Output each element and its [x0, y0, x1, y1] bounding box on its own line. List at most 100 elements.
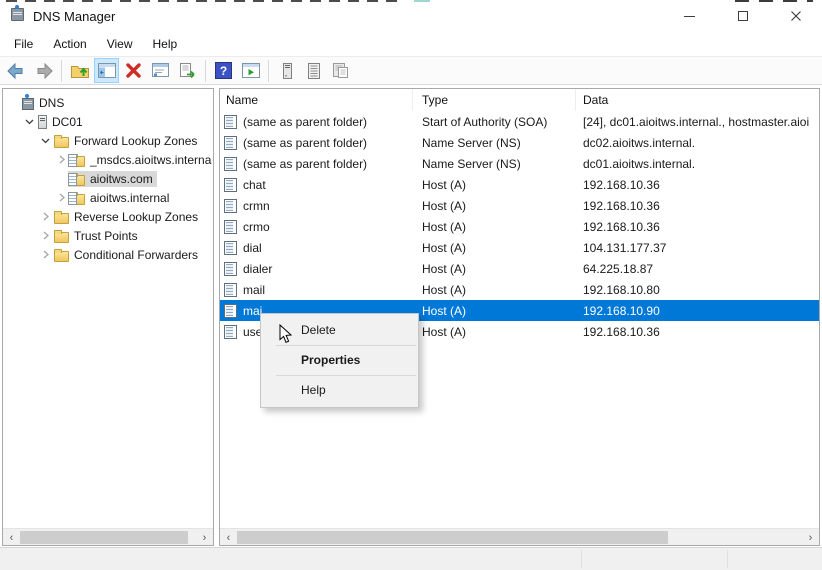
context-menu-item-help[interactable]: Help	[261, 376, 418, 405]
export-list-button[interactable]	[175, 58, 200, 83]
list-horizontal-scrollbar[interactable]: ‹ ›	[220, 528, 819, 545]
tree-node[interactable]: Trust Points	[52, 228, 142, 244]
record-name-cell: dial	[220, 237, 413, 258]
record-data: 192.168.10.36	[576, 216, 819, 237]
new-window-button[interactable]	[238, 58, 263, 83]
record-row[interactable]: (same as parent folder)Start of Authorit…	[220, 111, 819, 132]
minimize-button[interactable]	[663, 2, 716, 30]
tree-item-dc01[interactable]: DC01	[3, 112, 213, 131]
record-type: Host (A)	[413, 195, 576, 216]
record-name-cell: dialer	[220, 258, 413, 279]
scroll-right-arrow-icon[interactable]: ›	[196, 529, 213, 546]
record-type: Host (A)	[413, 216, 576, 237]
record-name-cell: crmn	[220, 195, 413, 216]
tree-node[interactable]: Reverse Lookup Zones	[52, 209, 202, 225]
tree-node[interactable]: DC01	[36, 114, 87, 130]
menu-help[interactable]: Help	[143, 34, 188, 54]
tree-item-dns[interactable]: DNS	[3, 93, 213, 112]
record-row[interactable]: dialHost (A)104.131.177.37	[220, 237, 819, 258]
dns-record-icon	[224, 157, 237, 171]
dns-record-icon	[224, 262, 237, 276]
tree-node[interactable]: Forward Lookup Zones	[52, 133, 201, 149]
tree-item-trust-points[interactable]: Trust Points	[3, 226, 213, 245]
menu-view[interactable]: View	[97, 34, 143, 54]
scroll-right-arrow-icon[interactable]: ›	[802, 529, 819, 546]
column-header-data[interactable]: Data	[576, 89, 819, 111]
tree-item-aioitws-internal[interactable]: aioitws.internal	[3, 188, 213, 207]
menu-action[interactable]: Action	[43, 34, 96, 54]
properties-icon	[152, 63, 169, 78]
tree-item-label: aioitws.com	[90, 172, 153, 186]
dns-record-icon	[224, 325, 237, 339]
zone-icon	[70, 194, 85, 205]
tree-item-reverse-lookup-zones[interactable]: Reverse Lookup Zones	[3, 207, 213, 226]
close-button[interactable]	[769, 2, 822, 30]
dns-manager-app-icon	[11, 8, 24, 21]
forward-button[interactable]	[31, 58, 56, 83]
record-row[interactable]: dialerHost (A)64.225.18.87	[220, 258, 819, 279]
tree-node[interactable]: DNS	[20, 95, 68, 111]
chevron-right-icon[interactable]	[55, 153, 68, 166]
show-console-tree-button[interactable]	[94, 58, 119, 83]
server-button[interactable]	[274, 58, 299, 83]
dns-record-icon	[224, 304, 237, 318]
tree-node[interactable]: aioitws.internal	[68, 190, 173, 206]
record-type: Start of Authority (SOA)	[413, 111, 576, 132]
context-menu-item-properties[interactable]: Properties	[261, 346, 418, 375]
record-row[interactable]: mailHost (A)192.168.10.80	[220, 279, 819, 300]
delete-button[interactable]	[121, 58, 146, 83]
tree-item-conditional-forwarders[interactable]: Conditional Forwarders	[3, 245, 213, 264]
minimize-icon	[684, 16, 695, 17]
maximize-button[interactable]	[716, 2, 769, 30]
tree-node[interactable]: Conditional Forwarders	[52, 247, 202, 263]
help-button[interactable]: ?	[211, 58, 236, 83]
chevron-right-icon[interactable]	[39, 248, 52, 261]
chevron-right-icon[interactable]	[39, 210, 52, 223]
tree-item-aioitws-com[interactable]: aioitws.com	[3, 169, 213, 188]
record-row[interactable]: crmoHost (A)192.168.10.36	[220, 216, 819, 237]
chevron-down-icon[interactable]	[39, 134, 52, 147]
dns-record-icon	[224, 220, 237, 234]
tree-item-msdcs-aioitws-interna[interactable]: _msdcs.aioitws.interna	[3, 150, 213, 169]
column-header-name[interactable]: Name	[220, 89, 413, 111]
record-row[interactable]: (same as parent folder)Name Server (NS)d…	[220, 153, 819, 174]
chevron-right-icon[interactable]	[39, 229, 52, 242]
close-icon	[790, 10, 802, 22]
properties-button[interactable]	[148, 58, 173, 83]
record-data: [24], dc01.aioitws.internal., hostmaster…	[576, 111, 819, 132]
folder-icon	[54, 232, 69, 243]
tree-item-forward-lookup-zones[interactable]: Forward Lookup Zones	[3, 131, 213, 150]
scrollbar-thumb[interactable]	[20, 531, 188, 544]
record-name: dialer	[243, 262, 272, 276]
record-type: Host (A)	[413, 237, 576, 258]
title-bar: DNS Manager	[0, 2, 822, 30]
tree-horizontal-scrollbar[interactable]: ‹ ›	[3, 528, 213, 545]
zone-list-button[interactable]	[301, 58, 326, 83]
toolbar: ?	[0, 56, 822, 85]
window-controls	[663, 2, 822, 30]
chevron-down-icon[interactable]	[23, 115, 36, 128]
record-name: crmn	[243, 199, 270, 213]
record-row[interactable]: (same as parent folder)Name Server (NS)d…	[220, 132, 819, 153]
tree-node[interactable]: aioitws.com	[68, 171, 157, 187]
column-header-type[interactable]: Type	[413, 89, 576, 111]
menu-file[interactable]: File	[4, 34, 43, 54]
chevron-right-icon[interactable]	[55, 191, 68, 204]
scroll-left-arrow-icon[interactable]: ‹	[220, 529, 237, 546]
up-level-button[interactable]	[67, 58, 92, 83]
record-row[interactable]: crmnHost (A)192.168.10.36	[220, 195, 819, 216]
scrollbar-thumb[interactable]	[237, 531, 668, 544]
folder-icon	[54, 137, 69, 148]
dns-record-icon	[224, 178, 237, 192]
new-record-button[interactable]	[328, 58, 353, 83]
record-type: Host (A)	[413, 300, 576, 321]
record-name-cell: mail	[220, 279, 413, 300]
scroll-left-arrow-icon[interactable]: ‹	[3, 529, 20, 546]
zone-icon	[70, 156, 85, 167]
back-icon	[7, 63, 26, 79]
delete-icon	[125, 62, 142, 79]
record-row[interactable]: chatHost (A)192.168.10.36	[220, 174, 819, 195]
toolbar-separator	[268, 60, 269, 82]
tree-node[interactable]: _msdcs.aioitws.interna	[68, 152, 214, 168]
back-button[interactable]	[4, 58, 29, 83]
